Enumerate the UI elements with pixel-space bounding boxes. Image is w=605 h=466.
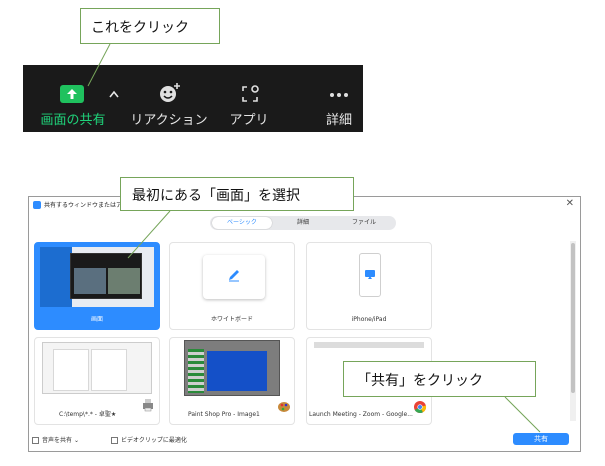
more-button[interactable]: 詳細 xyxy=(315,65,363,132)
share-window: 共有するウィンドウまたはアプリケ ✕ ベーシック 詳細 ファイル 画面 ホワイト… xyxy=(28,196,581,452)
chrome-icon xyxy=(414,401,427,414)
reactions-label: リアクション xyxy=(130,113,208,128)
share-tile-paintshop[interactable]: Paint Shop Pro - Image1 xyxy=(169,337,295,425)
screen-thumbnail xyxy=(40,247,154,307)
callout-select-screen: 最初にある「画面」を選択 xyxy=(120,177,354,211)
apps-label: アプリ xyxy=(229,113,269,128)
chevron-down-icon[interactable]: ⌄ xyxy=(74,437,79,444)
callout-click-share: これをクリック xyxy=(80,8,220,44)
tile-label: ホワイトボード xyxy=(210,316,253,323)
printer-icon xyxy=(143,399,153,412)
tab-basic[interactable]: ベーシック xyxy=(212,217,272,229)
meeting-toolbar: 画面の共有 リアクション アプリ 詳細 xyxy=(23,65,363,132)
tab-files[interactable]: ファイル xyxy=(334,217,394,229)
reactions-button[interactable]: リアクション xyxy=(127,65,211,132)
tab-advanced[interactable]: 詳細 xyxy=(274,217,332,229)
optimize-video-checkbox[interactable] xyxy=(111,437,118,444)
apps-icon xyxy=(242,85,259,102)
share-tile-iphone[interactable]: iPhone/iPad xyxy=(306,242,432,330)
window-thumbnail xyxy=(184,340,280,396)
share-screen-button[interactable]: 画面の共有 xyxy=(23,65,123,132)
share-audio-checkbox[interactable] xyxy=(32,437,39,444)
close-icon[interactable]: ✕ xyxy=(566,198,574,209)
zoom-app-icon xyxy=(33,201,41,209)
scrollbar[interactable] xyxy=(570,241,576,421)
share-screen-label: 画面の共有 xyxy=(40,113,106,128)
optimize-video-option[interactable]: ビデオクリップに最適化 xyxy=(111,435,187,444)
more-label: 詳細 xyxy=(325,113,352,128)
palette-icon xyxy=(278,402,290,412)
window-thumbnail xyxy=(42,342,152,394)
callout-click-share-button: 「共有」をクリック xyxy=(343,361,536,397)
share-screen-icon xyxy=(60,85,84,103)
share-tile-screen[interactable]: 画面 xyxy=(34,242,160,330)
window-thumbnail xyxy=(314,342,424,348)
share-tile-whiteboard[interactable]: ホワイトボード xyxy=(169,242,295,330)
optimize-video-label: ビデオクリップに最適化 xyxy=(121,437,187,444)
share-audio-label: 音声を共有 xyxy=(42,437,73,444)
chevron-up-icon[interactable] xyxy=(109,90,119,98)
tile-label: 画面 xyxy=(90,316,103,323)
share-audio-option[interactable]: 音声を共有 ⌄ xyxy=(32,435,79,444)
apps-button[interactable]: アプリ xyxy=(219,65,279,132)
phone-icon xyxy=(359,253,381,297)
reaction-icon xyxy=(160,83,180,102)
share-tabs: ベーシック 詳細 ファイル xyxy=(210,216,396,230)
share-tile-explorer[interactable]: C:\temp\*.* - 卓聖★ xyxy=(34,337,160,425)
tile-label: iPhone/iPad xyxy=(351,316,387,323)
more-icon xyxy=(330,93,348,97)
whiteboard-icon xyxy=(203,255,265,299)
share-button[interactable]: 共有 xyxy=(513,433,569,445)
